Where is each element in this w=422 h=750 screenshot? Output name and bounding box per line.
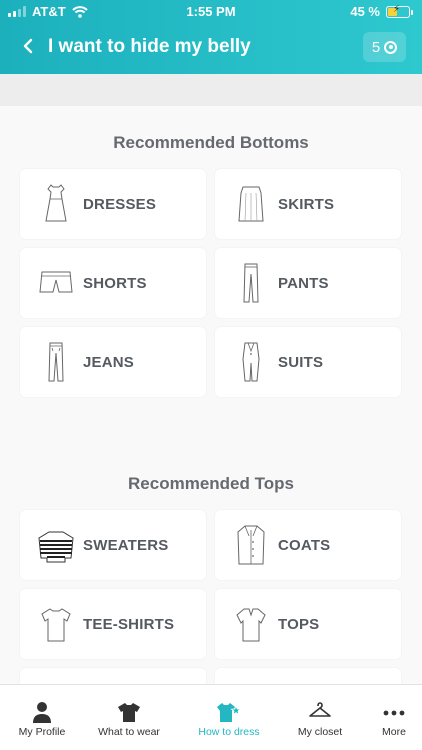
card-skirts[interactable]: SKIRTS [215, 169, 401, 239]
tab-more[interactable]: More [352, 685, 422, 750]
card-label: SWEATERS [83, 537, 169, 554]
card-sweaters[interactable]: SWEATERS [20, 510, 206, 580]
card-coats[interactable]: COATS [215, 510, 401, 580]
tab-my-closet[interactable]: My closet [278, 685, 362, 750]
tab-my-profile[interactable]: My Profile [0, 685, 84, 750]
tab-what-to-wear[interactable]: What to wear [87, 685, 171, 750]
card-label: COATS [278, 537, 331, 554]
card-label: SKIRTS [278, 196, 335, 213]
tab-label: More [382, 726, 406, 738]
back-arrow-icon[interactable] [20, 37, 38, 55]
card-dresses[interactable]: DRESSES [20, 169, 206, 239]
pants-icon [243, 263, 259, 303]
tab-label: My closet [297, 726, 343, 738]
sweater-icon [38, 531, 74, 563]
shorts-icon [39, 271, 73, 293]
card-partial[interactable] [20, 668, 206, 684]
card-label: TEE-SHIRTS [83, 616, 175, 633]
recommendations-list[interactable]: Recommended Bottoms DRESSES SKIRTS SHORT… [0, 106, 422, 684]
shirt-icon [118, 703, 140, 722]
card-label: SUITS [278, 354, 324, 371]
bottom-tab-bar: My Profile What to wear How to dress My … [0, 684, 422, 750]
header-divider [0, 74, 422, 106]
tab-label: How to dress [198, 726, 260, 738]
card-partial[interactable] [215, 668, 401, 684]
battery-text: 45 % [350, 4, 380, 19]
jeans-icon [48, 342, 64, 382]
top-header: AT&T 1:55 PM 45 % ⚡ I want to hide my be… [0, 0, 422, 74]
battery-icon: ⚡ [386, 4, 413, 18]
card-jeans[interactable]: JEANS [20, 327, 206, 397]
card-tee-shirts[interactable]: TEE-SHIRTS [20, 589, 206, 659]
tee-shirt-icon [41, 608, 71, 642]
card-label: TOPS [278, 616, 320, 633]
card-shorts[interactable]: SHORTS [20, 248, 206, 318]
coat-icon [237, 525, 265, 565]
section-title-tops: Recommended Tops [128, 474, 294, 493]
dress-star-icon [217, 703, 241, 722]
card-pants[interactable]: PANTS [215, 248, 401, 318]
card-label: DRESSES [83, 196, 157, 213]
tab-label: What to wear [98, 726, 160, 738]
suit-icon [242, 342, 260, 382]
count-value: 5 [371, 38, 381, 56]
card-tops[interactable]: TOPS [215, 589, 401, 659]
top-icon [236, 608, 266, 642]
card-label: PANTS [278, 275, 329, 292]
card-label: SHORTS [83, 275, 147, 292]
card-label: JEANS [83, 354, 135, 371]
tab-label: My Profile [18, 726, 66, 738]
card-suits[interactable]: SUITS [215, 327, 401, 397]
section-title-bottoms: Recommended Bottoms [113, 133, 309, 152]
person-icon [33, 702, 51, 723]
status-bar: AT&T 1:55 PM 45 % ⚡ [0, 0, 422, 22]
skirt-icon [238, 186, 264, 222]
tab-how-to-dress[interactable]: How to dress [187, 685, 271, 750]
page-title: I want to hide my belly [48, 36, 251, 57]
dress-icon [45, 184, 67, 222]
hanger-icon [309, 702, 331, 717]
count-badge[interactable]: 5 [363, 32, 406, 62]
target-icon [384, 40, 398, 54]
more-icon [383, 710, 405, 716]
